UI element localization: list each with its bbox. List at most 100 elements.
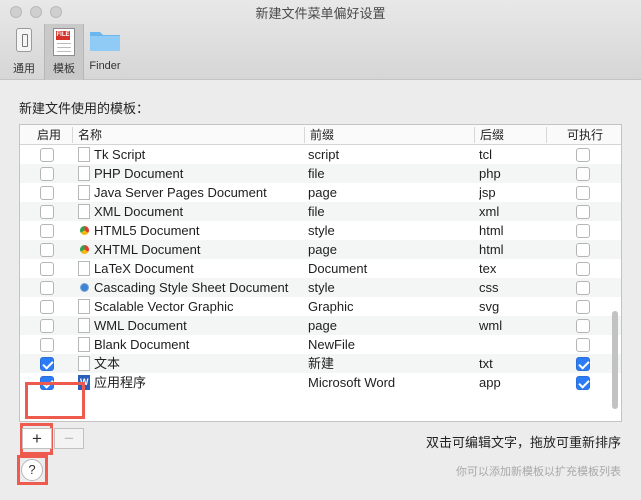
remove-template-button[interactable]: −: [54, 428, 84, 449]
toolbar-tab-finder[interactable]: Finder: [86, 24, 124, 80]
title-bar: 新建文件菜单偏好设置 通用 FILE 模板 Finder: [0, 0, 641, 80]
template-prefix[interactable]: file: [308, 164, 476, 183]
template-suffix[interactable]: php: [479, 164, 539, 183]
table-row[interactable]: Tk Script script tcl: [20, 145, 621, 164]
column-enabled-header[interactable]: 启用: [32, 127, 72, 143]
template-prefix[interactable]: Document: [308, 259, 476, 278]
template-prefix[interactable]: Graphic: [308, 297, 476, 316]
template-name[interactable]: HTML5 Document: [94, 221, 304, 240]
enabled-checkbox[interactable]: [40, 262, 54, 276]
enabled-checkbox[interactable]: [40, 186, 54, 200]
column-suffix-header[interactable]: 后缀: [474, 127, 546, 143]
help-button[interactable]: ?: [21, 459, 43, 481]
template-suffix[interactable]: css: [479, 278, 539, 297]
template-name[interactable]: XHTML Document: [94, 240, 304, 259]
document-icon: [78, 261, 90, 276]
enabled-checkbox[interactable]: [40, 224, 54, 238]
table-row[interactable]: Java Server Pages Document page jsp: [20, 183, 621, 202]
table-header: 启用 名称 前缀 后缀 可执行: [20, 125, 621, 145]
table-body[interactable]: Tk Script script tcl PHP Document file php Jav…: [20, 145, 621, 421]
column-prefix-header[interactable]: 前缀: [304, 127, 474, 143]
table-row[interactable]: XHTML Document page html: [20, 240, 621, 259]
template-suffix[interactable]: html: [479, 221, 539, 240]
add-template-button[interactable]: +: [22, 428, 52, 449]
table-row[interactable]: Scalable Vector Graphic Graphic svg: [20, 297, 621, 316]
template-suffix[interactable]: txt: [479, 354, 539, 373]
table-row[interactable]: 文本 新建 txt: [20, 354, 621, 373]
enabled-checkbox[interactable]: [40, 338, 54, 352]
table-row[interactable]: Cascading Style Sheet Document style css: [20, 278, 621, 297]
template-suffix[interactable]: tex: [479, 259, 539, 278]
enabled-checkbox[interactable]: [40, 148, 54, 162]
template-suffix[interactable]: wml: [479, 316, 539, 335]
executable-checkbox[interactable]: [576, 167, 590, 181]
template-prefix[interactable]: page: [308, 240, 476, 259]
template-name[interactable]: 应用程序: [94, 373, 304, 392]
template-prefix[interactable]: script: [308, 145, 476, 164]
template-name[interactable]: Cascading Style Sheet Document: [94, 278, 304, 297]
executable-checkbox[interactable]: [576, 376, 590, 390]
enabled-checkbox[interactable]: [40, 167, 54, 181]
executable-checkbox[interactable]: [576, 224, 590, 238]
template-name[interactable]: Blank Document: [94, 335, 304, 354]
table-row[interactable]: Blank Document NewFile: [20, 335, 621, 354]
template-prefix[interactable]: Microsoft Word: [308, 373, 476, 392]
template-prefix[interactable]: style: [308, 221, 476, 240]
template-name[interactable]: XML Document: [94, 202, 304, 221]
executable-checkbox[interactable]: [576, 148, 590, 162]
document-icon: [78, 147, 90, 162]
template-suffix[interactable]: xml: [479, 202, 539, 221]
template-name[interactable]: Scalable Vector Graphic: [94, 297, 304, 316]
table-row[interactable]: HTML5 Document style html: [20, 221, 621, 240]
table-row[interactable]: WML Document page wml: [20, 316, 621, 335]
executable-checkbox[interactable]: [576, 319, 590, 333]
document-icon: [78, 299, 90, 314]
executable-checkbox[interactable]: [576, 205, 590, 219]
template-suffix[interactable]: tcl: [479, 145, 539, 164]
executable-checkbox[interactable]: [576, 357, 590, 371]
add-template-hint: 你可以添加新模板以扩充模板列表: [456, 466, 621, 478]
toolbar-tab-general[interactable]: 通用: [6, 24, 42, 80]
table-row[interactable]: LaTeX Document Document tex: [20, 259, 621, 278]
template-suffix[interactable]: app: [479, 373, 539, 392]
enabled-checkbox[interactable]: [40, 205, 54, 219]
template-prefix[interactable]: page: [308, 183, 476, 202]
general-switch-icon: [16, 28, 32, 52]
executable-checkbox[interactable]: [576, 338, 590, 352]
enabled-checkbox[interactable]: [40, 300, 54, 314]
template-name[interactable]: 文本: [94, 354, 304, 373]
table-row[interactable]: XML Document file xml: [20, 202, 621, 221]
enabled-checkbox[interactable]: [40, 319, 54, 333]
template-suffix[interactable]: jsp: [479, 183, 539, 202]
template-suffix[interactable]: [479, 335, 539, 354]
template-name[interactable]: PHP Document: [94, 164, 304, 183]
vertical-scrollbar[interactable]: [612, 311, 618, 409]
template-suffix[interactable]: svg: [479, 297, 539, 316]
executable-checkbox[interactable]: [576, 186, 590, 200]
executable-checkbox[interactable]: [576, 281, 590, 295]
template-name[interactable]: Java Server Pages Document: [94, 183, 304, 202]
preferences-window: 新建文件菜单偏好设置 通用 FILE 模板 Finder 新建文件使用的模板： …: [0, 0, 641, 500]
toolbar-tab-templates[interactable]: FILE 模板: [44, 24, 84, 80]
column-name-header[interactable]: 名称: [72, 127, 304, 143]
template-prefix[interactable]: 新建: [308, 354, 476, 373]
enabled-checkbox[interactable]: [40, 357, 54, 371]
template-prefix[interactable]: page: [308, 316, 476, 335]
template-suffix[interactable]: html: [479, 240, 539, 259]
table-row[interactable]: 应用程序Microsoft Wordapp: [20, 373, 621, 392]
template-prefix[interactable]: style: [308, 278, 476, 297]
template-name[interactable]: Tk Script: [94, 145, 304, 164]
column-executable-header[interactable]: 可执行: [546, 127, 621, 143]
enabled-checkbox[interactable]: [40, 243, 54, 257]
template-name[interactable]: WML Document: [94, 316, 304, 335]
executable-checkbox[interactable]: [576, 300, 590, 314]
executable-checkbox[interactable]: [576, 243, 590, 257]
templates-table[interactable]: 启用 名称 前缀 后缀 可执行 Tk Script script tcl PHP Do…: [19, 124, 622, 422]
template-prefix[interactable]: file: [308, 202, 476, 221]
template-name[interactable]: LaTeX Document: [94, 259, 304, 278]
template-prefix[interactable]: NewFile: [308, 335, 476, 354]
executable-checkbox[interactable]: [576, 262, 590, 276]
section-label: 新建文件使用的模板：: [19, 101, 150, 116]
enabled-checkbox[interactable]: [40, 281, 54, 295]
table-row[interactable]: PHP Document file php: [20, 164, 621, 183]
